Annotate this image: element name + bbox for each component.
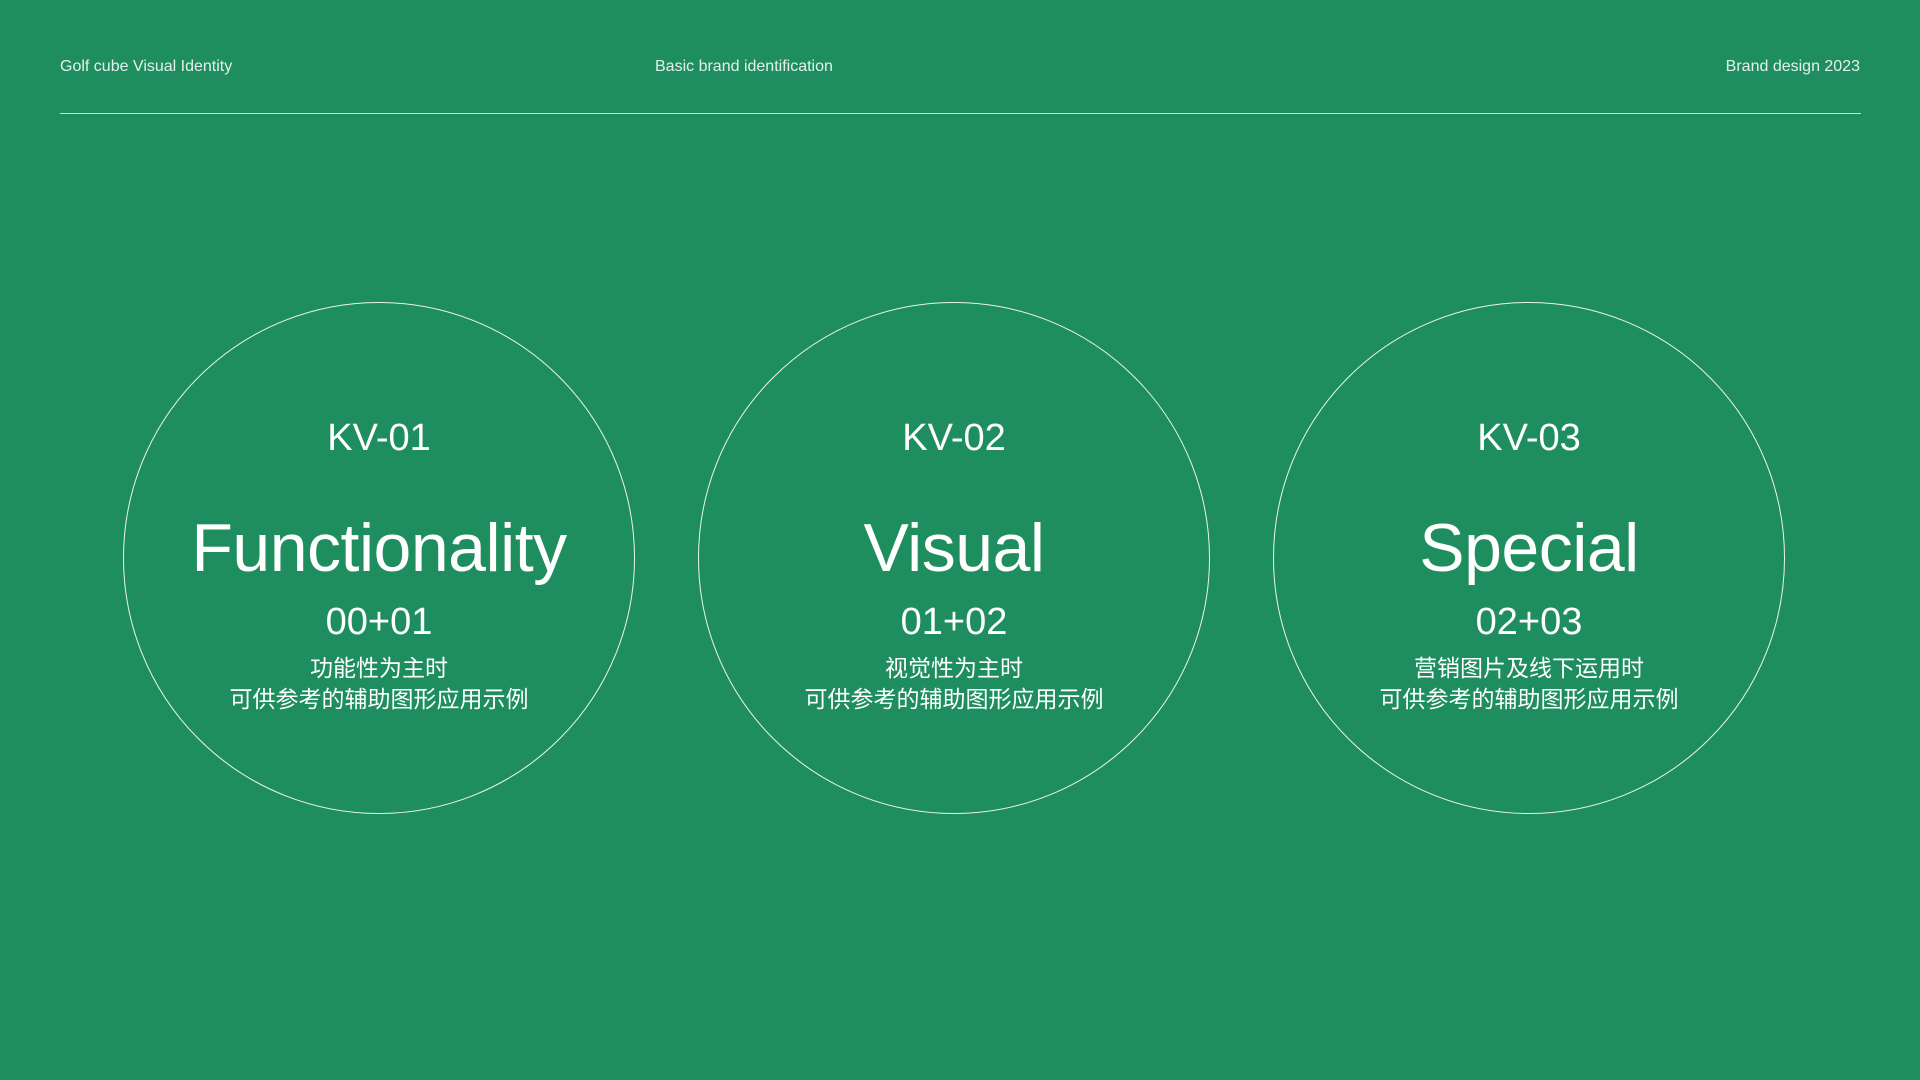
kv-circle-1: KV-01 Functionality 00+01 功能性为主时 可供参考的辅助… xyxy=(123,302,635,814)
kv-description-line-2: 可供参考的辅助图形应用示例 xyxy=(229,686,529,712)
kv-code: 01+02 xyxy=(900,601,1008,643)
kv-description: 视觉性为主时 可供参考的辅助图形应用示例 xyxy=(699,653,1209,715)
header-left-text: Golf cube Visual Identity xyxy=(60,58,233,75)
kv-circle-3: KV-03 Special 02+03 营销图片及线下运用时 可供参考的辅助图形… xyxy=(1273,302,1785,814)
kv-label: KV-02 xyxy=(902,417,1006,459)
kv-description-line-2: 可供参考的辅助图形应用示例 xyxy=(1379,686,1679,712)
kv-description: 营销图片及线下运用时 可供参考的辅助图形应用示例 xyxy=(1274,653,1784,715)
kv-label: KV-03 xyxy=(1477,417,1581,459)
header: Golf cube Visual Identity Basic brand id… xyxy=(60,58,1860,82)
kv-title: Special xyxy=(1419,510,1639,586)
kv-title: Visual xyxy=(863,510,1045,586)
kv-label: KV-01 xyxy=(327,417,431,459)
kv-circle-2: KV-02 Visual 01+02 视觉性为主时 可供参考的辅助图形应用示例 xyxy=(698,302,1210,814)
kv-description-line-1: 营销图片及线下运用时 xyxy=(1414,655,1644,681)
kv-description-line-1: 视觉性为主时 xyxy=(885,655,1023,681)
slide: { "header": { "left": "Golf cube Visual … xyxy=(0,0,1920,1080)
header-right-text: Brand design 2023 xyxy=(1725,58,1860,75)
header-divider xyxy=(60,113,1861,114)
header-center-text: Basic brand identification xyxy=(655,58,833,75)
kv-description-line-1: 功能性为主时 xyxy=(310,655,448,681)
kv-code: 02+03 xyxy=(1475,601,1583,643)
kv-title: Functionality xyxy=(191,510,567,586)
kv-description: 功能性为主时 可供参考的辅助图形应用示例 xyxy=(124,653,634,715)
kv-code: 00+01 xyxy=(325,601,433,643)
kv-description-line-2: 可供参考的辅助图形应用示例 xyxy=(804,686,1104,712)
